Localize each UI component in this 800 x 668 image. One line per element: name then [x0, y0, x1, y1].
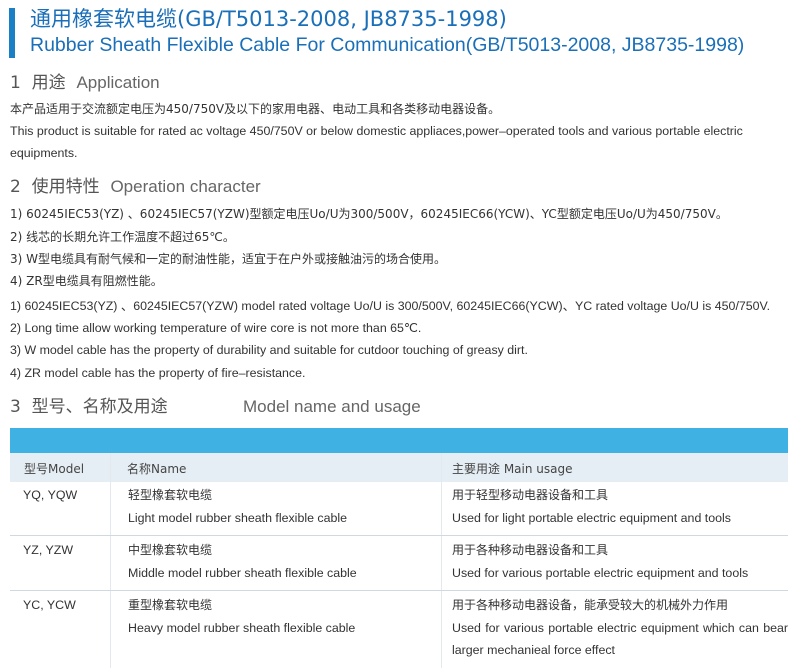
cell-model: YQ, YQW: [23, 488, 78, 502]
cell-name-en: Heavy model rubber sheath flexible cable: [128, 621, 356, 635]
operation-item-cn-1: 1) 60245IEC53(YZ) 、60245IEC57(YZW)型额定电压U…: [10, 207, 728, 221]
page-title-cn: 通用橡套软电缆(GB/T5013-2008, JB8735-1998): [30, 7, 507, 31]
section-application-heading: 1 用途 Application: [10, 72, 160, 94]
section-number: 2: [10, 177, 21, 197]
application-text-cn: 本产品适用于交流额定电压为450/750V及以下的家用电器、电动工具和各类移动电…: [10, 102, 501, 116]
table-top-band: [10, 428, 788, 453]
section-number: 3: [10, 397, 21, 417]
operation-item-en-3: 3) W model cable has the property of dur…: [10, 343, 528, 357]
column-header-model: 型号Model: [24, 462, 85, 476]
cell-model: YZ, YZW: [23, 543, 74, 557]
cell-usage-en: Used for various portable electric equip…: [452, 621, 788, 657]
cell-name-cn: 中型橡套软电缆: [128, 543, 213, 557]
row-divider: [10, 535, 788, 536]
cell-usage-cn: 用于各种移动电器设备，能承受较大的机械外力作用: [452, 598, 729, 612]
operation-item-en-4: 4) ZR model cable has the property of fi…: [10, 366, 306, 380]
column-divider: [110, 453, 111, 668]
cell-usage-en: Used for light portable electric equipme…: [452, 511, 731, 525]
cell-usage-en: Used for various portable electric equip…: [452, 566, 749, 580]
cell-name-en: Light model rubber sheath flexible cable: [128, 511, 348, 525]
cell-model: YC, YCW: [23, 598, 76, 612]
operation-item-cn-3: 3) W型电缆具有耐气候和一定的耐油性能，适宜于在户外或接触油污的场合使用。: [10, 252, 446, 266]
section-title-cn: 用途: [31, 73, 66, 93]
section-number: 1: [10, 73, 21, 93]
cell-name-cn: 轻型橡套软电缆: [128, 488, 213, 502]
application-text-en: This product is suitable for rated ac vo…: [10, 124, 743, 160]
operation-item-cn-2: 2) 线芯的长期允许工作温度不超过65℃。: [10, 230, 235, 244]
section-title-en: Model name and usage: [243, 397, 421, 416]
operation-item-cn-4: 4) ZR型电缆具有阻燃性能。: [10, 274, 163, 288]
section-title-en: Application: [76, 73, 160, 92]
row-divider: [10, 590, 788, 591]
section-operation-heading: 2 使用特性 Operation character: [10, 176, 261, 198]
cell-name-en: Middle model rubber sheath flexible cabl…: [128, 566, 357, 580]
operation-item-en-1: 1) 60245IEC53(YZ) 、60245IEC57(YZW) model…: [10, 299, 771, 313]
cell-name-cn: 重型橡套软电缆: [128, 598, 213, 612]
section-title-cn: 型号、名称及用途: [31, 397, 168, 417]
table-header: 型号Model 名称Name 主要用途 Main usage: [10, 453, 788, 482]
cell-usage-cn: 用于各种移动电器设备和工具: [452, 543, 609, 557]
page-title-en: Rubber Sheath Flexible Cable For Communi…: [30, 34, 745, 56]
operation-item-en-2: 2) Long time allow working temperature o…: [10, 321, 422, 335]
section-models-heading: 3 型号、名称及用途 Model name and usage: [10, 396, 421, 418]
cell-usage-cn: 用于轻型移动电器设备和工具: [452, 488, 609, 502]
title-accent-bar: [9, 8, 15, 58]
section-title-cn: 使用特性: [31, 177, 100, 197]
section-title-en: Operation character: [110, 177, 261, 196]
column-header-usage: 主要用途 Main usage: [452, 462, 573, 476]
column-divider: [441, 453, 442, 668]
column-header-name: 名称Name: [127, 462, 187, 476]
